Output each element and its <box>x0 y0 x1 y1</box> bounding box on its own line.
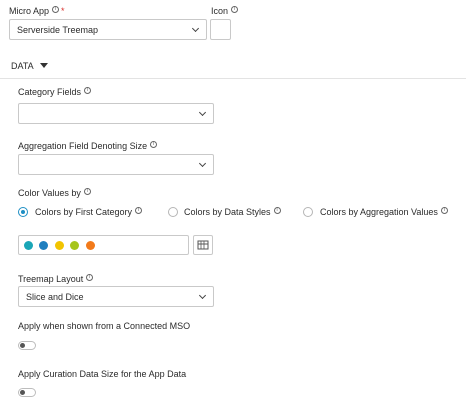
radio-label-data-styles: Colors by Data Styles i <box>184 207 281 218</box>
color-values-label: Color Values by i <box>18 188 91 199</box>
radio-label-aggregation-values-text: Colors by Aggregation Values <box>320 207 438 217</box>
radio-colors-by-aggregation-values[interactable] <box>303 207 313 217</box>
palette-swatch <box>55 241 64 250</box>
data-section-label: DATA <box>11 61 34 71</box>
data-section-header[interactable]: DATA <box>11 61 48 72</box>
chevron-down-icon <box>198 291 207 300</box>
radio-label-first-category-text: Colors by First Category <box>35 207 133 217</box>
color-values-label-text: Color Values by <box>18 188 81 198</box>
palette-editor-button[interactable] <box>193 235 213 255</box>
connected-mso-label: Apply when shown from a Connected MSO <box>18 321 191 331</box>
chevron-down-icon <box>198 159 207 168</box>
info-icon: i <box>83 188 91 195</box>
toggle-knob <box>20 343 25 348</box>
section-divider <box>0 78 466 79</box>
treemap-layout-label: Treemap Layout i <box>18 274 94 285</box>
category-fields-label: Category Fields i <box>18 87 92 98</box>
chevron-down-icon <box>198 108 207 117</box>
palette-swatch <box>24 241 33 250</box>
aggregation-field-label: Aggregation Field Denoting Size i <box>18 141 158 152</box>
info-icon: i <box>440 207 448 214</box>
info-icon: i <box>52 6 60 13</box>
treemap-layout-value: Slice and Dice <box>26 292 84 302</box>
radio-label-data-styles-text: Colors by Data Styles <box>184 207 271 217</box>
treemap-layout-label-text: Treemap Layout <box>18 274 84 284</box>
connected-mso-toggle[interactable] <box>18 341 36 350</box>
icon-field-label-text: Icon <box>211 6 229 16</box>
micro-app-select[interactable]: Serverside Treemap <box>9 19 207 40</box>
palette-swatch <box>39 241 48 250</box>
radio-colors-by-first-category[interactable] <box>18 207 28 217</box>
aggregation-field-select[interactable] <box>18 154 214 175</box>
curation-size-label: Apply Curation Data Size for the App Dat… <box>18 369 187 379</box>
info-icon: i <box>273 207 281 214</box>
info-icon: i <box>135 207 143 214</box>
aggregation-field-label-text: Aggregation Field Denoting Size <box>18 141 148 151</box>
radio-label-first-category: Colors by First Category i <box>35 207 143 218</box>
required-marker: * <box>61 6 65 16</box>
micro-app-label: Micro App i * <box>9 6 65 17</box>
info-icon: i <box>150 141 158 148</box>
icon-picker[interactable] <box>210 19 231 40</box>
info-icon: i <box>84 87 92 94</box>
treemap-layout-select[interactable]: Slice and Dice <box>18 286 214 307</box>
palette-swatch <box>70 241 79 250</box>
chevron-down-icon <box>191 24 200 33</box>
palette-swatch <box>86 241 95 250</box>
curation-size-toggle[interactable] <box>18 388 36 397</box>
color-palette-field[interactable] <box>18 235 189 255</box>
toggle-knob <box>20 390 25 395</box>
category-fields-select[interactable] <box>18 103 214 124</box>
info-icon: i <box>231 6 239 13</box>
info-icon: i <box>86 274 94 281</box>
caret-down-icon <box>39 63 48 68</box>
radio-colors-by-data-styles[interactable] <box>168 207 178 217</box>
category-fields-label-text: Category Fields <box>18 87 82 97</box>
icon-field-label: Icon i <box>211 6 239 17</box>
radio-label-aggregation-values: Colors by Aggregation Values i <box>320 207 448 218</box>
micro-app-label-text: Micro App <box>9 6 50 16</box>
micro-app-value: Serverside Treemap <box>17 25 99 35</box>
palette-edit-icon <box>197 240 209 250</box>
